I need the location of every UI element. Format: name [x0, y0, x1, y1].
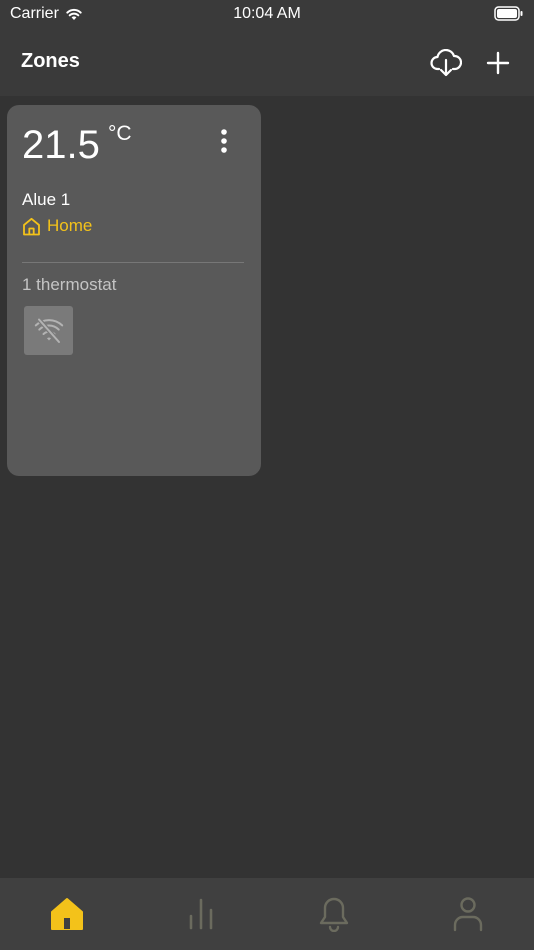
add-zone-button[interactable] [480, 45, 516, 81]
zone-home-link[interactable]: Home [22, 216, 92, 236]
cloud-download-button[interactable] [428, 45, 464, 81]
bar-chart-icon [189, 898, 212, 930]
card-divider [22, 262, 244, 263]
tab-profile[interactable] [401, 878, 534, 950]
temperature-unit: °C [108, 122, 132, 145]
more-vertical-icon [221, 129, 227, 153]
thermostat-count: 1 thermostat [22, 275, 117, 294]
cloud-download-icon [430, 49, 462, 77]
zone-card[interactable]: 21.5 °C Alue 1 Home 1 thermostat [7, 105, 261, 476]
status-time: 10:04 AM [233, 5, 301, 22]
user-icon [453, 897, 482, 932]
wifi-off-icon [34, 317, 63, 344]
plus-icon [486, 51, 510, 75]
zone-temperature: 21.5 [22, 123, 100, 167]
tab-bar [0, 878, 534, 950]
bell-icon [319, 897, 348, 932]
tab-home[interactable] [0, 878, 133, 950]
tab-statistics[interactable] [134, 878, 267, 950]
home-icon [50, 898, 83, 930]
zone-menu-button[interactable] [211, 125, 237, 157]
navigation-header: Zones [0, 28, 534, 96]
page-title: Zones [21, 50, 80, 72]
thermostat-device-tile[interactable] [24, 306, 73, 355]
zone-name: Alue 1 [22, 190, 71, 209]
tab-notifications[interactable] [267, 878, 400, 950]
home-outline-icon [23, 217, 40, 235]
status-bar: Carrier 10:04 AM [0, 0, 534, 28]
battery-icon [494, 6, 524, 26]
home-label: Home [47, 216, 93, 235]
